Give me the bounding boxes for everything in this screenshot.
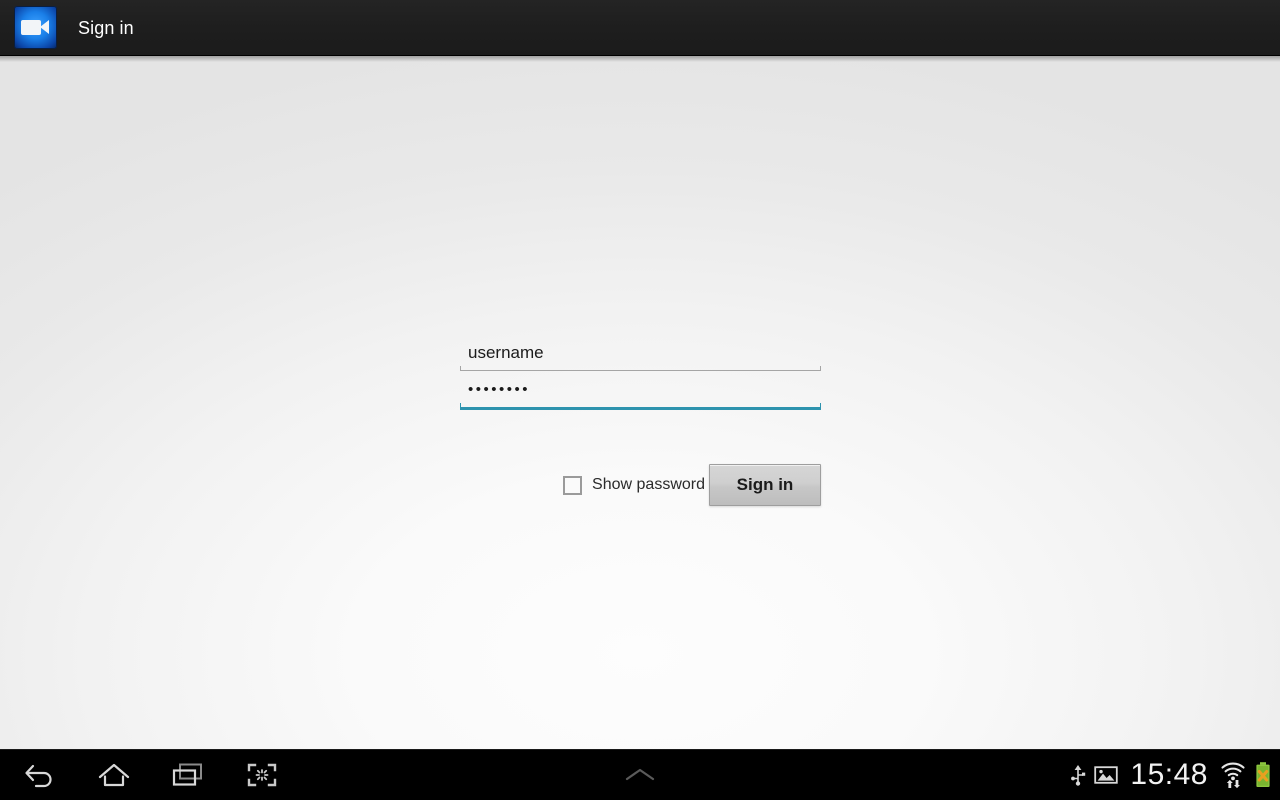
show-password-label: Show password bbox=[592, 476, 705, 493]
content-area: username •••••••• Show password Sign in bbox=[0, 56, 1280, 750]
screenshot-glyph bbox=[247, 763, 277, 787]
camera-lens-shape bbox=[40, 20, 49, 34]
home-icon[interactable] bbox=[78, 750, 150, 800]
username-input[interactable]: username bbox=[460, 334, 821, 371]
action-bar: Sign in bbox=[0, 0, 1280, 56]
signin-button[interactable]: Sign in bbox=[709, 464, 821, 506]
chevron-up-glyph bbox=[625, 768, 655, 781]
status-clock: 15:48 bbox=[1130, 758, 1208, 791]
show-password-checkbox[interactable] bbox=[563, 475, 583, 495]
username-value: username bbox=[468, 343, 544, 362]
system-navigation-bar: 15:48 bbox=[0, 749, 1280, 800]
home-glyph bbox=[98, 763, 130, 787]
usb-icon bbox=[1071, 765, 1086, 786]
battery-error-icon bbox=[1256, 762, 1270, 787]
video-camera-icon bbox=[14, 6, 57, 49]
back-arrow-icon[interactable] bbox=[4, 750, 76, 800]
signin-button-label: Sign in bbox=[736, 475, 794, 494]
back-arrow-glyph bbox=[25, 764, 52, 788]
password-underline bbox=[460, 402, 821, 410]
screenshot-icon[interactable] bbox=[226, 750, 298, 800]
android-screen: Sign in username •••••••• Show password … bbox=[0, 0, 1280, 800]
wifi-transfer-icon bbox=[1221, 762, 1245, 789]
password-input[interactable]: •••••••• bbox=[460, 373, 821, 410]
recent-apps-icon[interactable] bbox=[152, 750, 224, 800]
recent-apps-glyph bbox=[172, 763, 202, 786]
username-underline bbox=[460, 365, 821, 371]
form-actions-row: Show password Sign in bbox=[460, 464, 821, 506]
page-title: Sign in bbox=[78, 17, 134, 38]
image-icon bbox=[1094, 766, 1119, 784]
actionbar-shadow bbox=[0, 56, 1280, 62]
camera-body-shape bbox=[21, 20, 41, 35]
password-value: •••••••• bbox=[468, 381, 531, 398]
signin-form: username •••••••• Show password Sign in bbox=[460, 334, 821, 506]
status-icons-area: 15:48 bbox=[1070, 750, 1272, 800]
notification-handle-icon[interactable] bbox=[604, 750, 676, 800]
